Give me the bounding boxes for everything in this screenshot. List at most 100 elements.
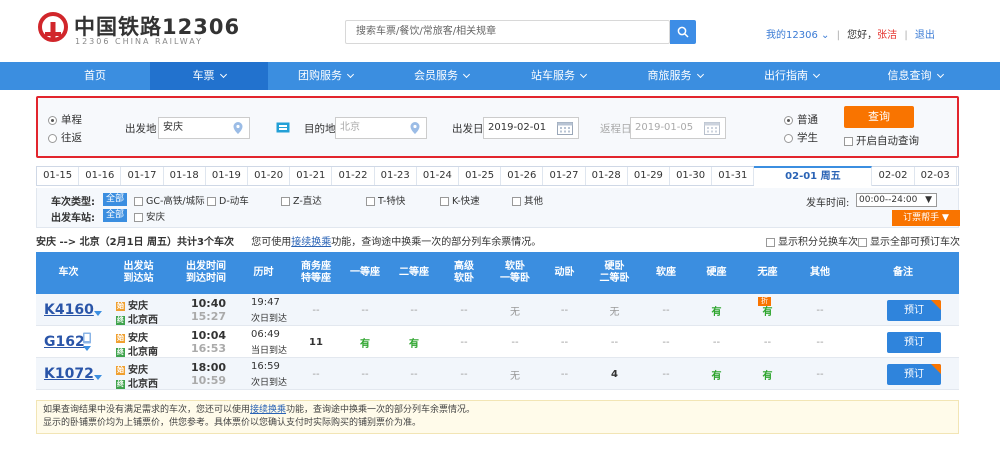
date-tab[interactable]: 01-28	[586, 167, 628, 185]
seat-availability[interactable]: 有	[742, 358, 793, 390]
seat-availability[interactable]: 无	[588, 294, 641, 326]
footnote-transfer-link[interactable]: 接续换乘	[250, 405, 286, 415]
arrival-day: 次日到达	[251, 378, 288, 388]
date-tab[interactable]: 01-21	[290, 167, 333, 185]
depart-time-label: 发车时间:	[806, 198, 850, 209]
user-name-link[interactable]: 张洁	[877, 30, 897, 41]
seat-availability[interactable]: 有	[341, 326, 389, 358]
date-tab[interactable]: 02-01 周五	[754, 166, 873, 186]
logout-link[interactable]: 退出	[915, 30, 935, 41]
date-tab[interactable]: 01-16	[79, 167, 122, 185]
date-tab[interactable]: 01-18	[164, 167, 206, 185]
duration: 16:59	[251, 361, 280, 372]
query-button[interactable]: 查询	[844, 106, 914, 128]
nav-item-1[interactable]: 车票	[150, 62, 268, 90]
book-button[interactable]: 预订	[887, 332, 941, 353]
book-button[interactable]: 预订	[887, 364, 941, 385]
account-bar: 我的12306 ⌄ | 您好，张洁 | 退出	[766, 26, 935, 41]
table-row: G162 始安庆终北京南 10:04 16:53 06:49 当日到达 11 有有 -- -- --…	[36, 326, 959, 358]
seat-availability: --	[816, 336, 824, 348]
train-type-option[interactable]: K-快速	[440, 193, 480, 207]
arrival-day: 当日到达	[251, 346, 288, 356]
return-date-input[interactable]: 2019-01-05	[630, 117, 726, 139]
date-tab[interactable]: 01-23	[375, 167, 417, 185]
seat-availability[interactable]: 无	[489, 294, 541, 326]
auto-query-checkbox[interactable]: 开启自动查询	[844, 133, 919, 148]
train-type-option[interactable]: 其他	[512, 193, 543, 207]
site-search-input[interactable]: 搜索车票/餐饮/常旅客/相关规章	[345, 20, 670, 44]
train-type-option[interactable]: T-特快	[366, 193, 405, 207]
date-tab[interactable]: 01-24	[417, 167, 459, 185]
from-station-input[interactable]: 安庆	[158, 117, 250, 139]
nav-item-label: 会员服务	[414, 69, 458, 82]
train-type-option[interactable]: GC-高铁/城际	[134, 193, 205, 207]
date-tab[interactable]: 01-27	[543, 167, 586, 185]
seat-availability: --	[610, 336, 619, 348]
seat-availability: --	[712, 336, 721, 348]
book-button[interactable]: 预订	[887, 300, 941, 321]
train-number-link[interactable]: G162	[44, 334, 85, 350]
seat-availability[interactable]: 11	[291, 326, 341, 358]
date-tab[interactable]: 01-26	[501, 167, 544, 185]
seat-availability[interactable]: 有	[691, 358, 742, 390]
nav-item-4[interactable]: 站车服务	[500, 62, 617, 90]
chevron-down-icon[interactable]	[94, 311, 102, 316]
date-tab[interactable]: 02-03	[915, 167, 957, 185]
depart-time-select[interactable]: 00:00--24:00 ▼	[856, 193, 937, 207]
nav-item-5[interactable]: 商旅服务	[617, 62, 733, 90]
train-type-option[interactable]: Z-直达	[281, 193, 322, 207]
location-pin-icon	[233, 122, 243, 134]
table-row: K4160 始安庆终北京西 10:40 15:27 19:47 次日到达 -- -- -- -- 无…	[36, 294, 959, 326]
column-header[interactable]: 出发时间 到达时间	[176, 252, 236, 294]
oneway-radio[interactable]: 单程	[48, 112, 82, 127]
chevron-down-icon[interactable]	[94, 375, 102, 380]
swap-stations-icon[interactable]	[276, 122, 290, 133]
show-all-checkbox[interactable]: 显示全部可预订车次	[858, 233, 960, 248]
nav-item-6[interactable]: 出行指南	[733, 62, 850, 90]
date-tab[interactable]: 01-29	[628, 167, 670, 185]
roundtrip-radio[interactable]: 往返	[48, 130, 82, 145]
column-header: 高级 软卧	[454, 261, 474, 284]
seat-availability: --	[361, 368, 369, 380]
transfer-link[interactable]: 接续换乘	[291, 237, 331, 248]
column-header: 硬座	[706, 267, 727, 278]
route-text: 安庆 --> 北京（2月1日 周五）共计	[36, 237, 198, 248]
nav-item-7[interactable]: 信息查询	[850, 62, 980, 90]
train-number-link[interactable]: K4160	[44, 302, 94, 318]
seat-availability: --	[361, 304, 369, 316]
to-station-input[interactable]: 北京	[335, 117, 427, 139]
station-all[interactable]: 全部	[103, 209, 130, 222]
date-tab[interactable]: 01-25	[459, 167, 502, 185]
date-tab[interactable]: 01-20	[248, 167, 291, 185]
depart-date-input[interactable]: 2019-02-01	[483, 117, 579, 139]
divider: |	[836, 30, 840, 41]
date-tab[interactable]: 01-15	[37, 167, 80, 185]
nav-item-2[interactable]: 团购服务	[268, 62, 383, 90]
my-account-link[interactable]: 我的12306	[766, 30, 818, 41]
date-tab[interactable]: 02-02	[872, 167, 915, 185]
chevron-down-icon[interactable]	[83, 346, 91, 351]
column-header[interactable]: 历时	[236, 252, 291, 294]
booking-helper-button[interactable]: 订票帮手 ▼	[892, 210, 960, 226]
date-tab[interactable]: 01-31	[712, 167, 755, 185]
date-tab[interactable]: 01-17	[121, 167, 164, 185]
date-tab[interactable]: 01-30	[670, 167, 713, 185]
student-ticket-radio[interactable]: 学生	[784, 130, 818, 145]
date-tab[interactable]: 01-19	[206, 167, 248, 185]
normal-ticket-radio[interactable]: 普通	[784, 112, 818, 127]
nav-item-0[interactable]: 首页	[40, 62, 150, 90]
seat-availability[interactable]: 有	[389, 326, 439, 358]
seat-availability[interactable]: 4	[588, 358, 641, 390]
train-type-all[interactable]: 全部	[103, 193, 130, 206]
train-type-option[interactable]: D-动车	[207, 193, 249, 207]
train-number-link[interactable]: K1072	[44, 366, 94, 382]
end-station-icon: 终	[116, 315, 125, 325]
seat-availability[interactable]: 有	[691, 294, 742, 326]
station-option-anqing[interactable]: 安庆	[134, 209, 165, 223]
date-tab[interactable]: 01-22	[332, 167, 375, 185]
logo-subtitle: 12306 CHINA RAILWAY	[75, 37, 203, 46]
seat-availability[interactable]: 无	[489, 358, 541, 390]
nav-item-3[interactable]: 会员服务	[383, 62, 500, 90]
show-points-checkbox[interactable]: 显示积分兑换车次	[766, 233, 858, 248]
search-button[interactable]	[670, 20, 696, 44]
